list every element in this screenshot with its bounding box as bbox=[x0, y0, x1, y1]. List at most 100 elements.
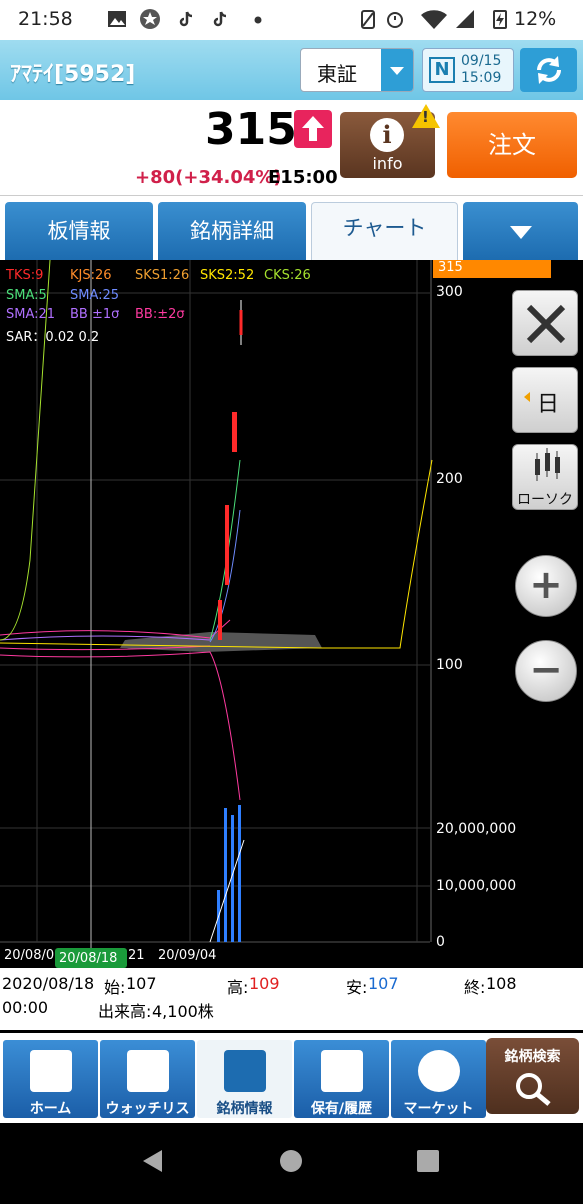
tab-stock-detail[interactable]: 銘柄詳細 bbox=[158, 202, 306, 260]
volume-bar bbox=[238, 805, 241, 942]
nav-market[interactable]: マーケット bbox=[391, 1040, 486, 1118]
cursor-date: 20/08/18 bbox=[59, 951, 118, 966]
tab-board[interactable]: 板情報 bbox=[5, 202, 153, 260]
battery-icon bbox=[493, 10, 507, 29]
folder-star-icon bbox=[127, 1050, 169, 1092]
legend-tks: TKS:9 bbox=[6, 268, 44, 283]
candle bbox=[218, 600, 222, 640]
clipboard-icon bbox=[321, 1050, 363, 1092]
legend-bb1: BB ±1σ bbox=[70, 307, 120, 322]
legend-sks1: SKS1:26 bbox=[135, 268, 190, 283]
price-time: E15:00 bbox=[268, 167, 338, 188]
volume-bar bbox=[224, 808, 227, 942]
stock-name: ｱﾏﾃｲ[5952] bbox=[10, 62, 136, 87]
stock-search-button[interactable]: 銘柄検索 bbox=[486, 1038, 579, 1114]
wifi-icon bbox=[421, 10, 447, 29]
home-button-icon[interactable] bbox=[280, 1150, 302, 1172]
volume-axis-10m: 10,000,000 bbox=[436, 878, 517, 894]
tools-button[interactable] bbox=[512, 290, 578, 356]
price-change: +80(+34.04%) bbox=[135, 167, 282, 188]
alarm-icon bbox=[387, 12, 403, 28]
status-bar: 21:58 12% bbox=[0, 0, 583, 40]
info-date: 2020/08/18 bbox=[2, 974, 95, 993]
info-label: info bbox=[372, 154, 403, 173]
price-axis-100: 100 bbox=[436, 657, 463, 673]
info-cycle-icon bbox=[224, 1050, 266, 1092]
legend-sma5: SMA:5 bbox=[6, 288, 47, 303]
price-axis-300: 300 bbox=[436, 284, 463, 300]
legend-sma25: SMA:25 bbox=[70, 288, 120, 303]
tiktok-icon bbox=[179, 11, 193, 27]
candlestick-icon bbox=[535, 448, 560, 481]
period-button[interactable]: 日 bbox=[512, 367, 578, 433]
volume-axis-20m: 20,000,000 bbox=[436, 821, 517, 837]
zoom-out-button[interactable]: − bbox=[515, 640, 577, 702]
nav-stock-info-label: 銘柄情報 bbox=[216, 1101, 273, 1117]
dot-icon bbox=[254, 16, 262, 24]
warning-icon[interactable]: ! bbox=[412, 104, 440, 128]
chart-type-label: ローソク bbox=[517, 492, 573, 508]
plus-icon: + bbox=[529, 562, 563, 608]
current-price-tag: 315 bbox=[438, 260, 463, 275]
arrow-up-icon bbox=[294, 110, 332, 148]
close-label: 終: bbox=[464, 978, 486, 997]
close-value: 108 bbox=[486, 974, 517, 993]
nav-holdings[interactable]: 保有/履歴 bbox=[294, 1040, 389, 1118]
back-icon[interactable] bbox=[143, 1150, 162, 1172]
price-chart[interactable]: TKS:9 KJS:26 SKS1:26 SKS2:52 CKS:26 SMA:… bbox=[0, 259, 583, 1030]
signal-icon bbox=[456, 10, 474, 28]
clock: 21:58 bbox=[18, 8, 73, 30]
news-time: 15:09 bbox=[461, 70, 502, 86]
x-label: 20/09/04 bbox=[158, 948, 217, 963]
news-icon: N bbox=[429, 57, 455, 83]
image-icon bbox=[108, 11, 126, 27]
chevron-down-icon bbox=[381, 49, 413, 91]
nav-market-label: マーケット bbox=[403, 1101, 474, 1117]
recents-icon[interactable] bbox=[417, 1150, 439, 1172]
stock-search-label: 銘柄検索 bbox=[504, 1049, 561, 1065]
legend-bb2: BB:±2σ bbox=[135, 307, 185, 322]
low-value: 107 bbox=[368, 974, 399, 993]
nav-holdings-label: 保有/履歴 bbox=[310, 1101, 373, 1117]
high-value: 109 bbox=[249, 974, 280, 993]
volume-value: 4,100株 bbox=[152, 1002, 214, 1021]
nav-home-label: ホーム bbox=[29, 1101, 72, 1117]
nav-home[interactable]: ホーム bbox=[3, 1040, 98, 1118]
system-nav-bar bbox=[0, 1123, 583, 1200]
tools-icon bbox=[526, 304, 566, 344]
legend-cks: CKS:26 bbox=[264, 268, 311, 283]
price-axis-200: 200 bbox=[436, 471, 463, 487]
chevron-down-icon bbox=[510, 226, 532, 239]
nav-watchlist[interactable]: ウォッチリスト bbox=[100, 1040, 195, 1137]
low-label: 安: bbox=[346, 978, 368, 997]
candle bbox=[225, 505, 229, 585]
order-button[interactable]: 注文 bbox=[447, 112, 577, 178]
period-label: 日 bbox=[537, 392, 560, 417]
battery-percent: 12% bbox=[514, 8, 557, 30]
current-price: 315 bbox=[205, 104, 297, 155]
info-time: 00:00 bbox=[2, 998, 49, 1017]
market-select[interactable]: 東証 bbox=[300, 48, 414, 92]
info-icon: i bbox=[370, 118, 404, 152]
news-badge-button[interactable]: N 09/15 15:09 bbox=[422, 48, 514, 92]
market-label: 東証 bbox=[317, 62, 357, 86]
tiktok-icon bbox=[213, 11, 227, 27]
tab-chart[interactable]: チャート bbox=[311, 202, 458, 260]
sks2-line bbox=[0, 459, 433, 649]
refresh-button[interactable] bbox=[520, 48, 577, 92]
zoom-in-button[interactable]: + bbox=[515, 555, 577, 617]
minus-icon: − bbox=[529, 647, 563, 693]
nav-stock-info[interactable]: 銘柄情報 bbox=[197, 1040, 292, 1118]
refresh-icon bbox=[537, 56, 561, 84]
legend-kjs: KJS:26 bbox=[70, 268, 112, 283]
chart-type-button[interactable]: ローソク bbox=[512, 444, 578, 510]
legend-sks2: SKS2:52 bbox=[200, 268, 255, 283]
news-date: 09/15 bbox=[461, 53, 502, 69]
star-icon bbox=[140, 9, 160, 29]
globe-icon bbox=[418, 1050, 460, 1092]
volume-label: 出来高: bbox=[98, 1002, 152, 1021]
x-label: 20/08/0 bbox=[4, 948, 55, 963]
chart-canvas[interactable] bbox=[0, 259, 583, 968]
tab-more-dropdown[interactable] bbox=[463, 202, 578, 260]
magnifier-icon bbox=[516, 1073, 551, 1106]
